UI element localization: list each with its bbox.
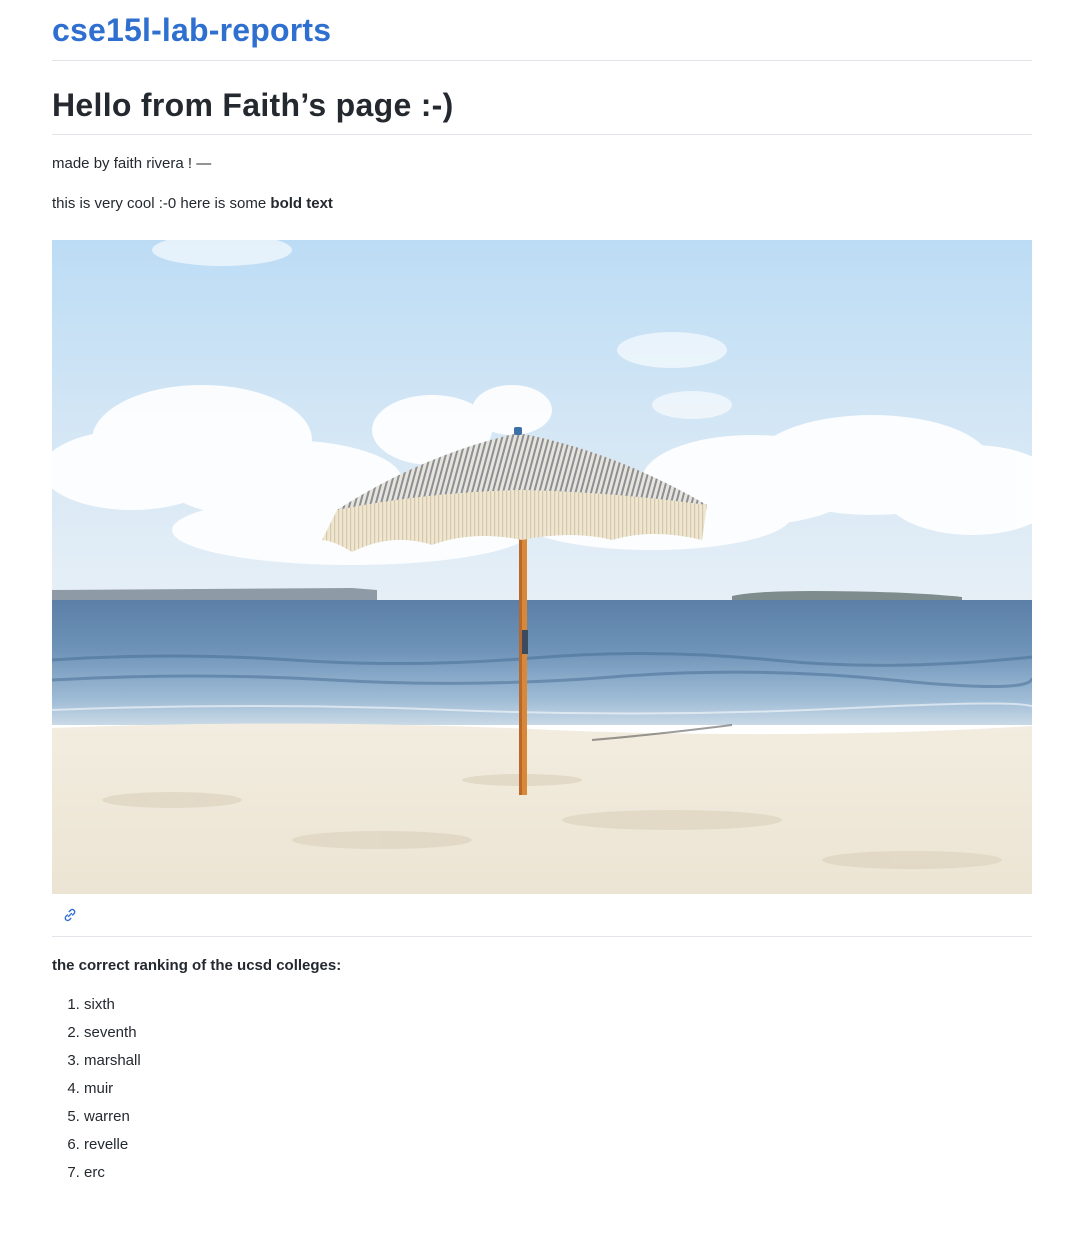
intro-line: this is very cool :-0 here is some bold … [52, 192, 1032, 216]
beach-umbrella-photo [52, 240, 1032, 894]
list-item: revelle [84, 1134, 1032, 1162]
author-line: made by faith rivera ! — [52, 155, 212, 172]
list-item: seventh [84, 1022, 1032, 1050]
list-item: sixth [84, 994, 1032, 1022]
list-item: warren [84, 1106, 1032, 1134]
list-item: muir [84, 1078, 1032, 1106]
beach-photo-svg [52, 240, 1032, 894]
page-container: cse15l-lab-reports Hello from Faith’s pa… [52, 0, 1032, 1190]
page-title: Hello from Faith’s page :-) [52, 87, 1032, 135]
site-title-link[interactable]: cse15l-lab-reports [52, 12, 331, 49]
site-header: cse15l-lab-reports [52, 0, 1032, 61]
bold-text: bold text [270, 195, 333, 212]
ranking-heading: the correct ranking of the ucsd colleges… [52, 957, 342, 974]
link-icon[interactable] [62, 907, 78, 923]
ranking-list: sixth seventh marshall muir warren revel… [52, 994, 1032, 1190]
intro-text: this is very cool :-0 here is some [52, 195, 271, 212]
anchor-row [52, 894, 1032, 937]
list-item: erc [84, 1162, 1032, 1190]
list-item: marshall [84, 1050, 1032, 1078]
